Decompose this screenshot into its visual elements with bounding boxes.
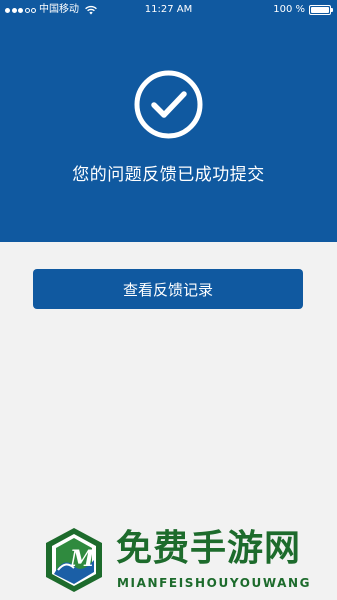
status-bar: 中国移动 11:27 AM 100 % [0, 0, 337, 20]
check-circle-icon [134, 70, 203, 139]
battery-icon [309, 5, 333, 15]
watermark: M 免费手游网 MIANFEISHOUYOUWANG [0, 522, 337, 600]
view-feedback-records-button[interactable]: 查看反馈记录 [33, 269, 303, 309]
watermark-subtitle: MIANFEISHOUYOUWANG [117, 576, 312, 590]
watermark-logo-icon: M [46, 528, 102, 592]
watermark-title: 免费手游网 [116, 528, 302, 569]
battery-fill [311, 7, 329, 13]
status-right: 100 % [273, 0, 333, 20]
battery-percent: 100 % [273, 4, 305, 15]
svg-text:M: M [69, 546, 95, 572]
header-panel: 中国移动 11:27 AM 100 % 您的问题反馈已成功提交 [0, 0, 337, 242]
success-message: 您的问题反馈已成功提交 [72, 165, 265, 185]
